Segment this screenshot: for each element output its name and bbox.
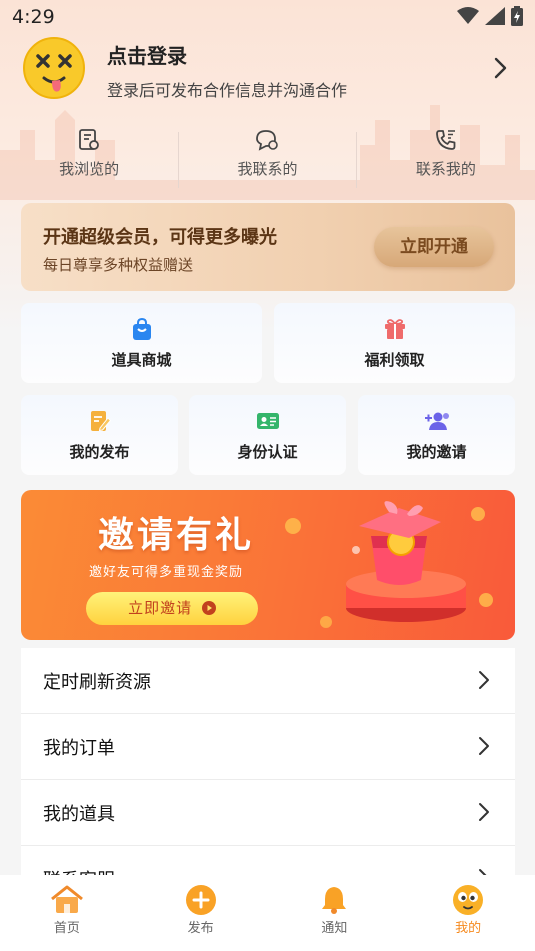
stat-browsed-label: 我浏览的 — [59, 160, 120, 178]
tool-store-label: 道具商城 — [111, 351, 172, 369]
stat-contacted-me-label: 联系我的 — [415, 160, 476, 178]
status-time: 4:29 — [12, 6, 55, 28]
tab-profile-label: 我的 — [455, 921, 482, 936]
avatar-face-icon[interactable] — [22, 36, 86, 100]
welfare-card[interactable]: 福利领取 — [274, 303, 515, 383]
browse-history-icon — [79, 129, 100, 150]
list-item[interactable]: 我的道具 — [21, 780, 515, 846]
menu-props-label: 我的道具 — [43, 804, 115, 825]
bottom-tab-bar: 首页 发布 通知 我的 — [0, 875, 535, 951]
my-posts-label: 我的发布 — [69, 443, 130, 461]
status-icons — [457, 6, 523, 26]
battery-icon — [511, 6, 523, 26]
wifi-icon — [457, 7, 479, 24]
my-invites-label: 我的邀请 — [406, 443, 467, 461]
invite-users-icon — [424, 412, 449, 430]
stat-contacted-me[interactable]: 联系我的 — [357, 124, 535, 190]
tab-profile[interactable]: 我的 — [401, 875, 535, 951]
home-icon — [50, 885, 83, 913]
tab-publish[interactable]: 发布 — [134, 875, 268, 951]
profile-face-icon — [453, 885, 484, 915]
vip-subtitle: 每日尊享多种权益赠送 — [43, 256, 194, 274]
my-posts-card[interactable]: 我的发布 — [21, 395, 178, 475]
stat-browsed[interactable]: 我浏览的 — [0, 124, 178, 190]
shopping-bag-icon — [132, 317, 151, 340]
banner-subtitle: 邀好友可得多重现金奖励 — [89, 565, 244, 580]
list-item[interactable]: 定时刷新资源 — [21, 648, 515, 714]
stat-contacted[interactable]: 我联系的 — [178, 124, 356, 190]
tab-publish-label: 发布 — [187, 921, 214, 936]
id-card-icon — [256, 413, 279, 429]
gift-box-icon — [359, 501, 441, 585]
play-circle-icon — [201, 601, 216, 615]
tab-notify-label: 通知 — [321, 921, 348, 936]
invite-banner[interactable]: 邀请有礼 邀好友可得多重现金奖励 立即邀请 — [21, 490, 515, 640]
phone-incoming-icon — [435, 130, 456, 150]
welfare-label: 福利领取 — [364, 351, 425, 369]
my-invites-card[interactable]: 我的邀请 — [358, 395, 515, 475]
list-item[interactable]: 我的订单 — [21, 714, 515, 780]
status-bar: 4:29 — [0, 0, 535, 36]
activity-stats: 我浏览的 我联系的 联系我的 — [0, 124, 535, 190]
vip-promo-card[interactable]: 开通超级会员，可得更多曝光 每日尊享多种权益赠送 立即开通 — [21, 203, 515, 291]
settings-menu-list: 定时刷新资源 我的订单 我的道具 联系客服 — [21, 648, 515, 912]
gift-icon — [384, 319, 405, 339]
tab-home[interactable]: 首页 — [0, 875, 134, 951]
bell-icon — [322, 887, 347, 914]
banner-title: 邀请有礼 — [98, 515, 255, 556]
signal-icon — [485, 7, 505, 25]
login-title[interactable]: 点击登录 — [107, 40, 187, 69]
identity-verify-label: 身份认证 — [237, 443, 298, 461]
invite-now-button[interactable]: 立即邀请 — [86, 592, 258, 625]
chevron-right-icon[interactable] — [488, 56, 512, 80]
tool-store-card[interactable]: 道具商城 — [21, 303, 262, 383]
tab-home-label: 首页 — [53, 921, 80, 936]
menu-orders-label: 我的订单 — [43, 738, 115, 759]
identity-verify-card[interactable]: 身份认证 — [189, 395, 346, 475]
vip-open-button[interactable]: 立即开通 — [374, 227, 494, 267]
chevron-right-icon — [479, 803, 489, 821]
tab-notify[interactable]: 通知 — [268, 875, 402, 951]
login-subtitle: 登录后可发布合作信息并沟通合作 — [107, 81, 348, 100]
vip-title: 开通超级会员，可得更多曝光 — [43, 227, 277, 248]
edit-note-icon — [90, 411, 111, 432]
chevron-right-icon — [479, 737, 489, 755]
invite-now-label: 立即邀请 — [128, 599, 193, 617]
chat-contact-icon — [256, 130, 279, 151]
add-circle-icon — [185, 885, 216, 915]
menu-refresh-label: 定时刷新资源 — [43, 672, 151, 693]
chevron-right-icon — [479, 671, 489, 689]
stat-contacted-label: 我联系的 — [237, 160, 298, 178]
